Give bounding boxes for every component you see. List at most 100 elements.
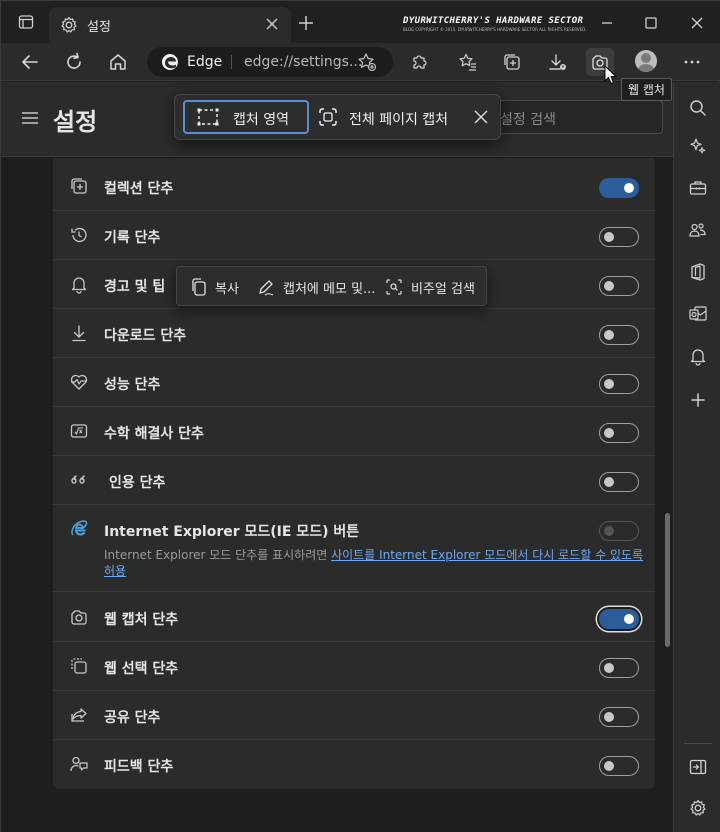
copilot-sparkle-icon[interactable] <box>688 136 708 156</box>
toggle-downloads[interactable] <box>599 325 639 345</box>
toggle-ie-mode[interactable] <box>599 521 639 541</box>
people-icon[interactable] <box>688 220 708 240</box>
tab-settings[interactable]: 설정 <box>49 7 291 43</box>
brand-copyright: BLOG COPYRIGHT © 2015. DYURWITCHERRY'S H… <box>403 27 587 32</box>
pen-icon <box>259 280 274 296</box>
setting-label: Internet Explorer 모드(IE 모드) 버튼 <box>104 524 360 540</box>
toggle-web-capture[interactable] <box>599 609 639 629</box>
setting-label: 웹 선택 단추 <box>104 661 179 677</box>
setting-label: 웹 캡처 단추 <box>104 612 179 628</box>
setting-row-feedback: 피드백 단추 <box>53 740 655 789</box>
extensions-button[interactable] <box>405 48 433 76</box>
copy-icon <box>192 278 206 296</box>
more-options-icon[interactable] <box>683 55 701 69</box>
setting-label: 인용 단추 <box>109 475 166 491</box>
setting-row-performance: 성능 단추 <box>53 358 655 407</box>
bell-icon <box>71 277 87 294</box>
toggle-citation[interactable] <box>599 472 639 492</box>
capture-area-icon <box>197 108 219 126</box>
hamburger-menu-icon[interactable] <box>21 110 39 126</box>
menu-item-annotate[interactable]: 캡처에 메모 및... <box>257 277 375 297</box>
search-icon[interactable] <box>688 98 708 118</box>
home-icon[interactable] <box>107 51 129 73</box>
refresh-icon[interactable] <box>63 51 85 73</box>
toggle-share[interactable] <box>599 707 639 727</box>
setting-row-downloads: 다운로드 단추 <box>53 309 655 358</box>
edge-label: Edge <box>187 54 223 70</box>
download-icon <box>549 54 566 70</box>
web-capture-toolbar: 캡처 영역 전체 페이지 캡처 <box>174 94 501 140</box>
toggle-history[interactable] <box>599 227 639 247</box>
visual-search-icon <box>386 279 402 295</box>
ie-mode-description: Internet Explorer 모드 단추를 표시하려면 사이트를 Inte… <box>104 547 644 579</box>
toggle-performance[interactable] <box>599 374 639 394</box>
add-favorite-icon[interactable] <box>357 52 377 72</box>
collections-button[interactable] <box>498 48 526 76</box>
hide-sidebar-icon[interactable] <box>688 757 708 777</box>
collections-icon <box>71 178 87 194</box>
ie-icon <box>71 520 88 536</box>
mouse-cursor-icon <box>604 65 617 84</box>
capture-context-menu: 복사 캡처에 메모 및... 비주얼 검색 <box>176 266 487 306</box>
page-scrollbar[interactable] <box>665 513 670 647</box>
office-icon[interactable] <box>688 262 708 282</box>
toggle-web-select[interactable] <box>599 658 639 678</box>
menu-label-copy: 복사 <box>215 281 239 297</box>
settings-search-input[interactable]: 설정 검색 <box>481 100 663 134</box>
capture-full-page-icon <box>319 108 337 126</box>
downloads-button[interactable] <box>543 48 571 76</box>
sidebar-settings-icon[interactable] <box>688 798 708 818</box>
close-window-icon[interactable] <box>687 13 707 33</box>
title-bar: 설정 DYURWITCHERRY'S HARDWARE SECTOR BLOG … <box>1 1 720 43</box>
web-select-icon <box>71 658 87 674</box>
brand-title: DYURWITCHERRY'S HARDWARE SECTOR <box>403 16 584 26</box>
setting-row-web-capture: 웹 캡처 단추 <box>53 593 655 642</box>
address-bar[interactable]: Edge edge://settings... <box>147 47 393 77</box>
minimize-icon[interactable] <box>597 13 617 33</box>
setting-row-math-solver: 수학 해결사 단추 <box>53 407 655 456</box>
menu-label-annotate: 캡처에 메모 및... <box>283 281 376 297</box>
toolbox-icon[interactable] <box>688 178 708 198</box>
toggle-collections[interactable] <box>599 178 639 198</box>
outlook-icon[interactable] <box>688 304 708 324</box>
feedback-icon <box>70 756 88 772</box>
toggle-feedback[interactable] <box>599 756 639 776</box>
setting-row-ie-mode: Internet Explorer 모드(IE 모드) 버튼 Internet … <box>53 505 655 592</box>
setting-row-collections: 컬렉션 단추 <box>53 162 655 211</box>
setting-row-web-select: 웹 선택 단추 <box>53 642 655 691</box>
close-capture-icon[interactable] <box>471 107 491 127</box>
favorites-list-icon <box>459 53 476 71</box>
ie-description-text: Internet Explorer 모드 단추를 표시하려면 <box>104 548 332 562</box>
menu-item-visual-search[interactable]: 비주얼 검색 <box>385 277 475 297</box>
setting-row-citation: 인용 단추 <box>53 456 655 505</box>
share-icon <box>71 708 87 722</box>
add-icon[interactable] <box>688 390 708 410</box>
menu-item-copy[interactable]: 복사 <box>191 277 239 297</box>
setting-label: 피드백 단추 <box>104 759 174 775</box>
setting-row-share: 공유 단추 <box>53 691 655 740</box>
quote-icon <box>71 475 85 484</box>
url-text[interactable]: edge://settings... <box>244 54 362 70</box>
setting-label: 수학 해결사 단추 <box>104 426 204 442</box>
capture-full-page-button[interactable]: 전체 페이지 캡처 <box>315 100 467 134</box>
web-capture-tooltip: 웹 캡처 <box>621 78 672 101</box>
favorites-button[interactable] <box>454 48 482 76</box>
toggle-math-solver[interactable] <box>599 423 639 443</box>
profile-avatar[interactable] <box>635 50 657 72</box>
capture-full-page-label: 전체 페이지 캡처 <box>349 112 449 128</box>
notification-bell-icon[interactable] <box>688 346 708 366</box>
maximize-icon[interactable] <box>641 13 661 33</box>
brand-watermark: DYURWITCHERRY'S HARDWARE SECTOR BLOG COP… <box>403 16 587 32</box>
puzzle-icon <box>413 55 427 69</box>
page-title: 설정 <box>53 108 98 136</box>
capture-area-button[interactable]: 캡처 영역 <box>183 100 309 134</box>
browser-window: 설정 DYURWITCHERRY'S HARDWARE SECTOR BLOG … <box>0 0 720 832</box>
new-tab-icon[interactable] <box>296 13 316 33</box>
collections-icon <box>504 54 520 70</box>
close-tab-icon[interactable] <box>263 15 281 33</box>
settings-content: 컬렉션 단추 기록 단추 경고 및 팁 다운로드 단추 성능 단추 수학 해결사… <box>1 158 673 832</box>
tab-actions-icon[interactable] <box>15 11 37 33</box>
back-icon[interactable] <box>19 51 41 73</box>
toggle-alerts[interactable] <box>599 276 639 296</box>
setting-label: 다운로드 단추 <box>104 328 187 344</box>
